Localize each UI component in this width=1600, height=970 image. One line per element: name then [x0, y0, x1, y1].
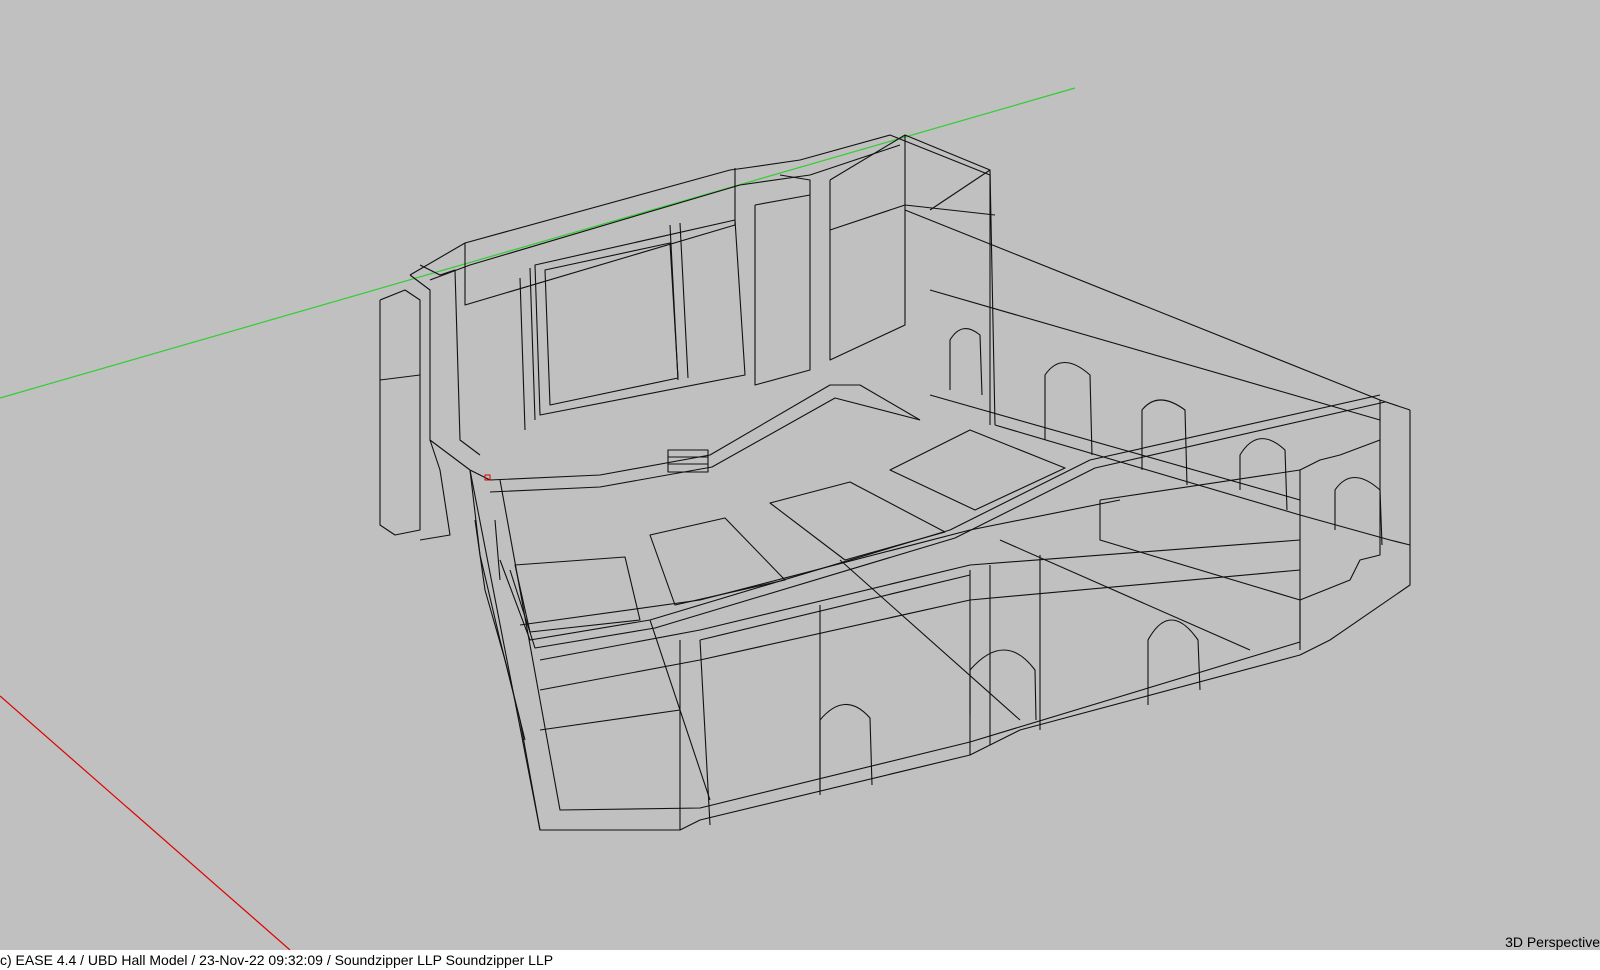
floor-area-2: [649, 517, 786, 606]
x-axis-line: [0, 695, 291, 950]
diagonal-1: [839, 559, 1021, 721]
right-wall-top: [904, 209, 1411, 411]
arch-3: [1141, 399, 1188, 486]
front-wall-vertical-2: [699, 639, 711, 826]
arch-8: [1147, 619, 1201, 705]
floor-area-4: [889, 429, 1066, 511]
left-tower-outer: [379, 289, 421, 536]
right-tower-left: [829, 135, 906, 361]
hall-wireframe: [379, 134, 1411, 831]
right-end-wall: [1299, 400, 1381, 640]
status-bar: c) EASE 4.4 / UBD Hall Model / 23-Nov-22…: [0, 950, 1600, 970]
front-wall-seats: [539, 709, 681, 731]
wireframe-model[interactable]: [0, 0, 1600, 950]
arch-5: [1334, 476, 1383, 546]
right-end-wall-2: [1299, 439, 1381, 471]
arch-2: [1044, 361, 1093, 456]
right-wall-base-2: [929, 394, 1301, 501]
front-wall-mid: [539, 539, 1301, 661]
view-mode-label: 3D Perspective: [1505, 934, 1600, 950]
right-stage-box-2: [779, 174, 811, 195]
floor-front-edge: [499, 394, 1381, 641]
left-front-side-3: [494, 519, 501, 581]
floor-area-3: [769, 481, 946, 561]
right-tower-shelves: [829, 204, 996, 231]
right-tower-back: [929, 169, 991, 211]
status-bar-text: c) EASE 4.4 / UBD Hall Model / 23-Nov-22…: [0, 952, 554, 968]
left-front-side-2: [474, 519, 526, 741]
right-end-balcony: [1099, 469, 1301, 650]
left-side-lower: [419, 439, 451, 541]
right-tower-front: [829, 134, 996, 426]
floor-front-edge-2: [509, 401, 1386, 649]
left-tower-inner: [379, 374, 421, 381]
front-wall-lower: [539, 569, 1301, 691]
arch-1: [949, 328, 983, 396]
diagonal-3: [999, 539, 1251, 651]
floor-area-1: [514, 556, 641, 633]
right-stage-box: [754, 194, 811, 386]
rear-wall-top-3: [464, 168, 736, 306]
left-wing-wall-2: [419, 264, 481, 456]
rear-wall-top: [409, 134, 991, 425]
stage-front: [489, 384, 921, 481]
3d-viewport[interactable]: 3D Perspective: [0, 0, 1600, 970]
proscenium-inner: [544, 242, 679, 406]
